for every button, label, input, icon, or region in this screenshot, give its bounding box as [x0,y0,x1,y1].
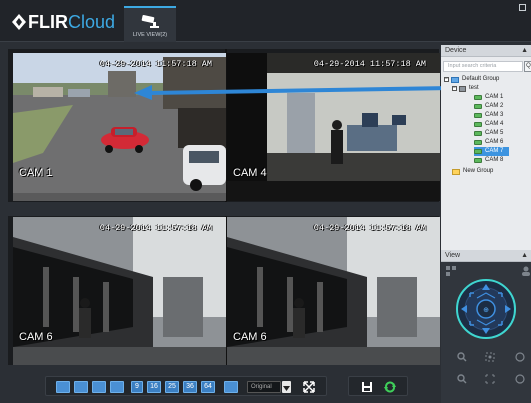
focus-far-icon[interactable] [485,374,495,384]
tree-label: CAM 3 [485,112,504,118]
timestamp-overlay: 04-29-2014 11:57:18 AM [313,59,426,69]
camera-icon [141,15,159,28]
logo-flir-text: FLIR [28,11,68,32]
tree-node-camera-selected[interactable]: CAM 7 [474,147,510,156]
chevron-down-icon[interactable] [282,381,291,393]
collapse-icon[interactable]: ▲ [521,250,528,262]
stream-select[interactable]: Original [247,381,281,393]
tree-node-camera[interactable]: CAM 8 [474,156,503,165]
timestamp-overlay: 04-29-2014 11:57:18 AM [99,223,212,233]
camera-name-overlay: CAM 1 [19,167,53,179]
flir-cloud-logo: FLIR Cloud [12,11,116,32]
iris-close-icon[interactable] [515,374,525,384]
tree-node-camera[interactable]: CAM 1 [474,93,503,102]
tree-label: CAM 8 [485,157,504,163]
layout-4-button[interactable] [74,381,88,393]
tree-node-device[interactable]: − test [452,84,479,93]
top-bar: FLIR Cloud LIVE VIEW(2) [0,0,531,42]
ptz-control[interactable]: ⊕ [455,278,517,340]
device-search-input[interactable]: Input search criteria [443,61,523,72]
layout-9-button[interactable]: 9 [131,381,143,393]
search-icon[interactable]: Q [524,61,531,72]
tree-node-camera[interactable]: CAM 6 [474,138,503,147]
drag-arrow [134,85,453,100]
tab-live-view[interactable]: LIVE VIEW(2) [124,6,176,42]
tree-node-camera[interactable]: CAM 5 [474,129,503,138]
folder-icon [452,168,460,175]
tree-node-camera[interactable]: CAM 3 [474,111,503,120]
layout-1-button[interactable] [56,381,70,393]
zoom-in-icon[interactable] [457,352,467,362]
camera-name-overlay: CAM 6 [19,331,53,343]
layout-36-button[interactable]: 36 [183,381,197,393]
view-panel-header: View ▲ [441,250,531,262]
view-panel: View ▲ ⊕ [441,250,531,403]
layout-16-button[interactable]: 16 [147,381,161,393]
camera-icon [474,122,482,127]
camera-icon [474,104,482,109]
tree-label: CAM 4 [485,121,504,127]
tree-node-default-group[interactable]: − Default Group [444,75,499,84]
svg-text:⊕: ⊕ [483,307,489,314]
tree-node-new-group[interactable]: New Group [452,167,493,176]
stream-select-value: Original [251,384,272,390]
tree-label: CAM 6 [485,139,504,145]
focus-icon[interactable] [485,352,495,362]
collapse-toggle-icon[interactable]: − [452,86,457,91]
device-panel: Device ▲ Input search criteria Q − Defau… [441,45,531,403]
tree-label: CAM 2 [485,103,504,109]
camera-name-overlay: CAM 6 [233,331,267,343]
camera-name-overlay: CAM 4 [233,167,267,179]
view-panel-title: View [445,252,461,259]
device-panel-header: Device ▲ [441,45,531,57]
grid-gap [8,202,439,216]
video-tile-cam6-right[interactable]: 04-29-2014 11:57:18 AM CAM 6 [227,217,440,365]
layout-64-button[interactable]: 64 [201,381,215,393]
camera-icon [474,113,482,118]
tree-label: CAM 5 [485,130,504,136]
save-icon[interactable] [361,381,373,393]
collapse-toggle-icon[interactable]: − [444,77,449,82]
tree-label: New Group [463,168,494,174]
timestamp-overlay: 04-29-2014 11:57:18 AM [99,59,212,69]
maximize-icon[interactable] [519,4,526,11]
zoom-out-icon[interactable] [457,374,467,384]
tree-node-camera[interactable]: CAM 4 [474,120,503,129]
video-tile-cam4[interactable]: 04-29-2014 11:57:18 AM CAM 4 [227,53,440,201]
sequence-button[interactable] [224,381,238,393]
video-tile-cam1[interactable]: 04-29-2014 11:57:18 AM CAM 1 [13,53,226,201]
video-tile-cam6-left[interactable]: 04-29-2014 11:57:18 AM CAM 6 [13,217,226,365]
grid-icon[interactable] [446,266,456,276]
camera-icon [474,149,482,154]
camera-icon [474,95,482,100]
fullscreen-icon[interactable] [303,381,315,393]
app-window: FLIR Cloud LIVE VIEW(2) 04-29-2014 11:57… [0,0,531,403]
layout-toolbar: 9 16 25 36 64 Original [45,376,327,396]
layout-8-button[interactable] [110,381,124,393]
folder-icon [451,76,459,83]
tree-label: CAM 1 [485,94,504,100]
device-panel-title: Device [445,47,467,54]
camera-icon [474,140,482,145]
tree-node-camera[interactable]: CAM 2 [474,102,503,111]
user-icon[interactable] [521,266,531,276]
flir-mark-icon [12,14,26,30]
logo-cloud-text: Cloud [68,11,116,32]
action-toolbar [348,376,408,396]
camera-icon [474,158,482,163]
tab-live-view-label: LIVE VIEW(2) [132,32,168,38]
dvr-icon [459,85,466,92]
search-placeholder: Input search criteria [448,63,497,69]
tree-label: Default Group [462,76,500,82]
iris-icon[interactable] [515,352,525,362]
layout-6-button[interactable] [92,381,106,393]
layout-25-button[interactable]: 25 [165,381,179,393]
timestamp-overlay: 04-29-2014 11:57:18 AM [313,223,426,233]
tree-label: test [469,85,479,91]
refresh-icon[interactable] [383,380,397,394]
collapse-icon[interactable]: ▲ [521,45,528,57]
camera-icon [474,131,482,136]
tree-label: CAM 7 [485,148,504,154]
